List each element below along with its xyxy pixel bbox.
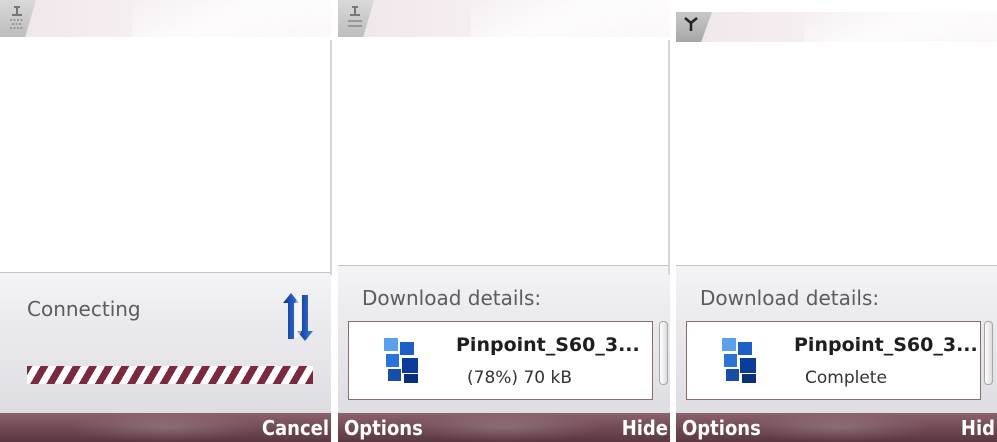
packet-data-icon	[10, 6, 24, 29]
downloading-screen: Download details: Pinpoint_S60_3... (78%…	[338, 0, 670, 442]
scrollbar[interactable]	[984, 321, 993, 385]
hide-softkey[interactable]: Hid	[961, 416, 995, 440]
antenna-icon	[684, 17, 698, 31]
download-details-panel: Download details: Pinpoint_S60_3... (78%…	[338, 265, 670, 414]
options-softkey[interactable]: Options	[344, 416, 423, 440]
download-status-text: Complete	[805, 368, 887, 388]
screen-divider-line	[668, 40, 670, 275]
application-icon	[722, 338, 756, 383]
softkey-bar: Cancel	[0, 413, 331, 442]
data-transfer-icon	[283, 293, 313, 341]
screen-divider-line	[330, 40, 332, 275]
download-progress-text: (78%) 70 kB	[467, 368, 572, 388]
panel-title: Download details:	[362, 286, 542, 310]
status-bar	[338, 0, 670, 37]
panel-title: Download details:	[700, 286, 880, 310]
download-item[interactable]: Pinpoint_S60_3... Complete	[686, 321, 981, 400]
panel-title: Connecting	[27, 297, 141, 321]
options-softkey[interactable]: Options	[682, 416, 761, 440]
download-item[interactable]: Pinpoint_S60_3... (78%) 70 kB	[348, 321, 653, 400]
status-bar	[676, 12, 997, 42]
status-bar	[0, 0, 331, 37]
file-name: Pinpoint_S60_3...	[456, 334, 640, 356]
application-icon	[384, 338, 418, 383]
connecting-screen: Connecting Cancel	[0, 0, 331, 442]
screen-divider	[331, 0, 338, 442]
download-details-panel: Download details: Pinpoint_S60_3... Comp…	[676, 265, 997, 414]
file-name: Pinpoint_S60_3...	[794, 334, 978, 356]
scrollbar[interactable]	[659, 321, 668, 385]
connecting-progress-bar	[27, 366, 313, 384]
cancel-softkey[interactable]: Cancel	[262, 416, 329, 440]
hide-softkey[interactable]: Hide	[622, 416, 668, 440]
download-complete-screen: Download details: Pinpoint_S60_3... Comp…	[676, 0, 997, 442]
packet-data-icon	[348, 6, 362, 27]
connecting-panel: Connecting	[0, 272, 331, 413]
softkey-bar: Options Hide	[338, 413, 670, 442]
softkey-bar: Options Hid	[676, 413, 997, 442]
